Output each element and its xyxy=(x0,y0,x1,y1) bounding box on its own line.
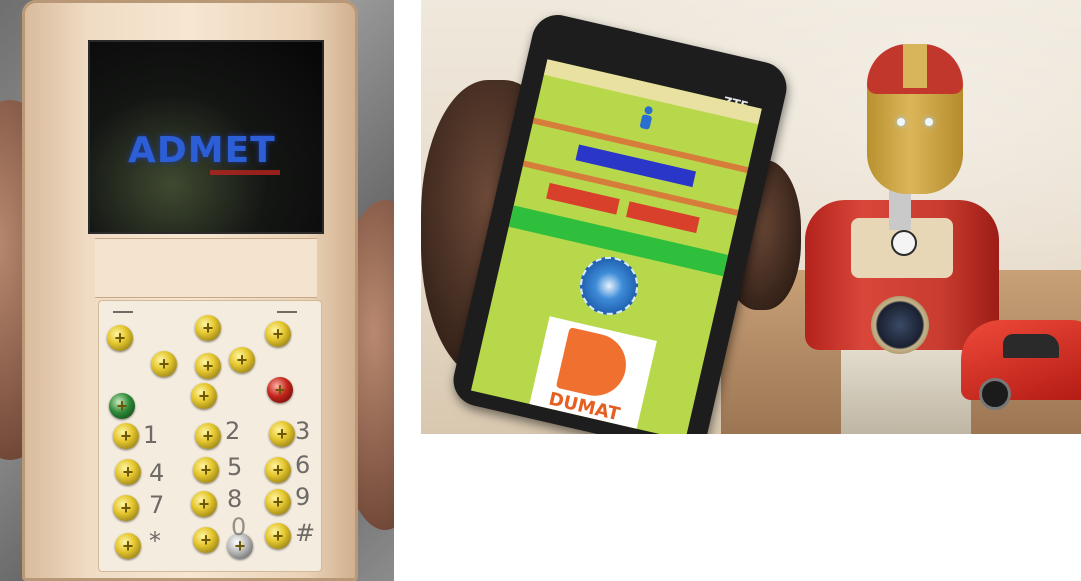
robot-left-eye xyxy=(897,118,905,126)
robot-control-app-screen: DUMAT xyxy=(470,59,762,434)
key-3[interactable] xyxy=(269,421,295,447)
car-front-wheel xyxy=(979,378,1011,410)
key-4[interactable] xyxy=(115,459,141,485)
car-window xyxy=(1003,334,1059,358)
digit-label-hash: # xyxy=(295,519,316,547)
digit-label-8: 8 xyxy=(227,485,243,513)
key-9[interactable] xyxy=(265,489,291,515)
key-hash[interactable] xyxy=(265,523,291,549)
end-call-key[interactable] xyxy=(267,377,293,403)
soft-key-left-mark xyxy=(113,311,133,313)
chest-ring-camera xyxy=(871,296,929,354)
digit-label-5: 5 xyxy=(227,453,243,481)
nav-down-key[interactable] xyxy=(191,383,217,409)
digit-label-2: 2 xyxy=(225,417,241,445)
key-5[interactable] xyxy=(193,457,219,483)
key-0[interactable] xyxy=(193,527,219,553)
admet-logo: ADMET xyxy=(128,130,276,171)
app-right-red-button[interactable] xyxy=(625,201,700,234)
key-1[interactable] xyxy=(113,423,139,449)
nav-left-key[interactable] xyxy=(151,351,177,377)
phone-screen: ADMET xyxy=(88,40,324,234)
chest-emblem-icon xyxy=(891,230,917,256)
soft-key-right[interactable] xyxy=(265,321,291,347)
robot-control-photo: ZTE DUMAT xyxy=(421,0,1081,434)
soft-key-right-mark xyxy=(277,311,297,313)
digit-label-3: 3 xyxy=(295,417,311,445)
robot-right-eye xyxy=(925,118,933,126)
nav-center-key[interactable] xyxy=(195,353,221,379)
nav-right-key[interactable] xyxy=(229,347,255,373)
digit-label-1: 1 xyxy=(143,421,159,449)
app-left-red-button[interactable] xyxy=(546,182,620,215)
digit-label-9: 9 xyxy=(295,483,311,511)
key-8[interactable] xyxy=(191,491,217,517)
key-7[interactable] xyxy=(113,495,139,521)
key-star[interactable] xyxy=(115,533,141,559)
handmade-phone-photo: ADMET 1 2 3 4 5 6 7 8 9 * xyxy=(0,0,394,581)
digit-label-star: * xyxy=(149,527,161,555)
key-6[interactable] xyxy=(265,457,291,483)
digit-label-0: 0 xyxy=(231,513,247,541)
direction-dial-control[interactable] xyxy=(574,251,644,321)
digit-label-7: 7 xyxy=(149,491,165,519)
digit-label-6: 6 xyxy=(295,451,311,479)
soft-key-left[interactable] xyxy=(107,325,133,351)
call-key[interactable] xyxy=(109,393,135,419)
phone-mid-panel xyxy=(95,238,317,298)
digit-label-4: 4 xyxy=(149,459,165,487)
red-toy-car xyxy=(961,320,1081,410)
dumat-logo: DUMAT xyxy=(527,316,657,434)
logo-red-subtitle-mark xyxy=(210,170,280,175)
person-icon xyxy=(636,104,657,133)
nav-up-key[interactable] xyxy=(195,315,221,341)
helmet-gold-stripe xyxy=(903,44,927,88)
robot-base-stand xyxy=(841,350,971,434)
dumat-d-mark xyxy=(555,327,633,402)
screw-keypad: 1 2 3 4 5 6 7 8 9 * 0 # xyxy=(98,300,322,572)
key-2[interactable] xyxy=(195,423,221,449)
robot-head xyxy=(867,44,963,194)
